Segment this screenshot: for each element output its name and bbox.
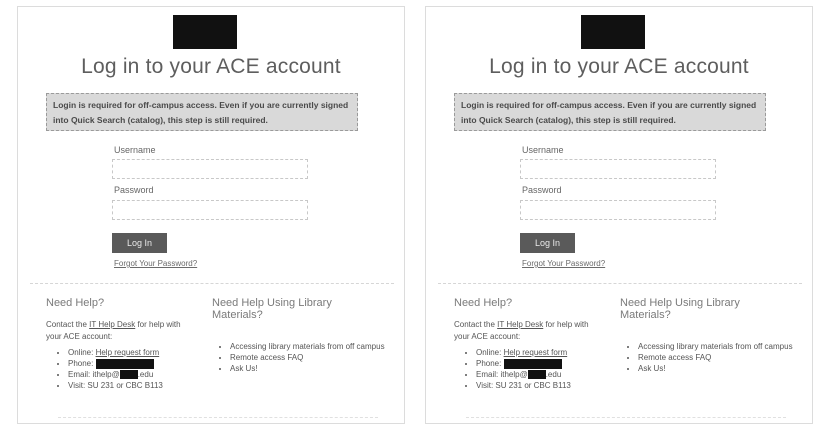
password-input[interactable]: [520, 200, 716, 220]
login-panel-right: Log in to your ACE account Login is requ…: [425, 6, 813, 424]
username-input[interactable]: [520, 159, 716, 179]
forgot-password-link[interactable]: Forgot Your Password?: [114, 259, 197, 268]
email-suffix: .edu: [137, 370, 154, 379]
need-help-heading: Need Help?: [46, 297, 105, 309]
list-item: Online: Help request form: [68, 347, 163, 358]
online-label: Online:: [476, 348, 504, 357]
password-label: Password: [522, 185, 562, 195]
list-item: Phone:: [476, 358, 571, 369]
divider: [438, 283, 802, 284]
username-input[interactable]: [112, 159, 308, 179]
library-link-ask-us[interactable]: Ask Us!: [230, 363, 400, 374]
login-panel-left: Log in to your ACE account Login is requ…: [17, 6, 405, 424]
page-title: Log in to your ACE account: [81, 55, 341, 78]
help-contact-list: Online: Help request form Phone: Email: …: [58, 347, 163, 391]
phone-label: Phone:: [476, 359, 504, 368]
footer-divider: [58, 417, 378, 418]
phone-redacted: [95, 358, 154, 369]
library-link-accessing[interactable]: Accessing library materials from off cam…: [638, 341, 808, 352]
list-item: Phone:: [68, 358, 163, 369]
phone-label: Phone:: [68, 359, 96, 368]
library-link-remote-faq[interactable]: Remote access FAQ: [638, 352, 808, 363]
library-link-remote-faq[interactable]: Remote access FAQ: [230, 352, 400, 363]
list-item: Visit: SU 231 or CBC B113: [476, 380, 571, 391]
help-contact-list: Online: Help request form Phone: Email: …: [466, 347, 571, 391]
library-help-heading: Need Help Using Library Materials?: [620, 297, 740, 321]
list-item: Online: Help request form: [476, 347, 571, 358]
library-help-heading: Need Help Using Library Materials?: [212, 297, 332, 321]
need-help-heading: Need Help?: [454, 297, 513, 309]
username-label: Username: [114, 145, 156, 155]
footer-divider: [466, 417, 786, 418]
page-title: Log in to your ACE account: [489, 55, 749, 78]
password-label: Password: [114, 185, 154, 195]
login-button[interactable]: Log In: [520, 233, 575, 253]
library-help-list: Accessing library materials from off cam…: [218, 341, 400, 374]
divider: [30, 283, 394, 284]
login-button[interactable]: Log In: [112, 233, 167, 253]
phone-redacted: [503, 358, 562, 369]
need-help-description: Contact the IT Help Desk for help with y…: [46, 319, 196, 343]
logo-redacted: [581, 15, 645, 49]
username-label: Username: [522, 145, 564, 155]
library-help-list: Accessing library materials from off cam…: [626, 341, 808, 374]
email-redacted: [527, 370, 546, 380]
list-item: Email: ithelp@ .edu: [476, 369, 571, 380]
list-item: Email: ithelp@ .edu: [68, 369, 163, 380]
list-item: Visit: SU 231 or CBC B113: [68, 380, 163, 391]
help-desc-prefix: Contact the: [46, 320, 90, 329]
login-notice: Login is required for off-campus access.…: [454, 93, 766, 131]
need-help-description: Contact the IT Help Desk for help with y…: [454, 319, 604, 343]
email-prefix: Email: ithelp@: [68, 370, 120, 379]
password-input[interactable]: [112, 200, 308, 220]
help-request-form-link[interactable]: Help request form: [504, 348, 568, 357]
email-suffix: .edu: [545, 370, 562, 379]
email-redacted: [119, 370, 138, 380]
email-prefix: Email: ithelp@: [476, 370, 528, 379]
it-help-desk-link[interactable]: IT Help Desk: [89, 320, 135, 329]
login-notice: Login is required for off-campus access.…: [46, 93, 358, 131]
logo-redacted: [173, 15, 237, 49]
forgot-password-link[interactable]: Forgot Your Password?: [522, 259, 605, 268]
library-link-ask-us[interactable]: Ask Us!: [638, 363, 808, 374]
help-request-form-link[interactable]: Help request form: [96, 348, 160, 357]
online-label: Online:: [68, 348, 96, 357]
it-help-desk-link[interactable]: IT Help Desk: [497, 320, 543, 329]
library-link-accessing[interactable]: Accessing library materials from off cam…: [230, 341, 400, 352]
help-desc-prefix: Contact the: [454, 320, 498, 329]
